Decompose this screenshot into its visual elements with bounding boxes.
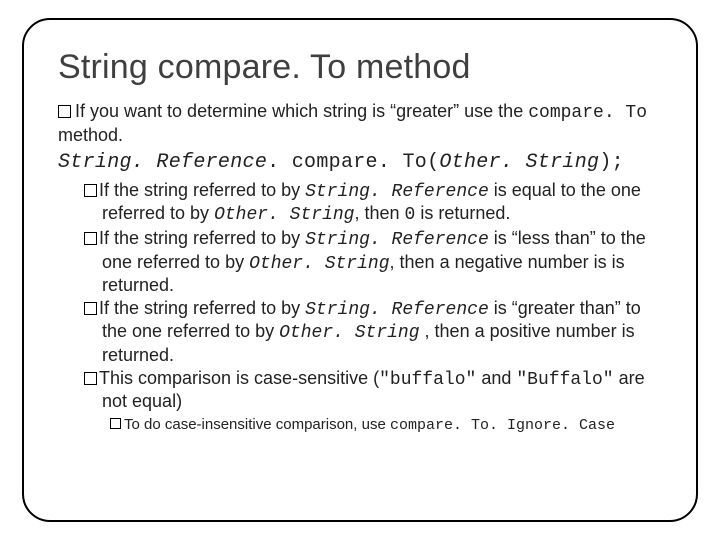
slide-title: String compare. To method xyxy=(58,48,662,87)
b5-t2: and xyxy=(476,368,516,388)
b3-os: Other. String xyxy=(249,254,389,274)
b2-t3: , then xyxy=(355,203,405,223)
code-dot: . xyxy=(267,151,292,174)
slide: String compare. To method If you want to… xyxy=(0,0,720,540)
b1-t2: method. xyxy=(58,125,123,145)
b6-code: compare. To. Ignore. Case xyxy=(390,417,615,434)
bullet-4: If the string referred to by String. Ref… xyxy=(84,298,662,366)
code-sr: String. Reference xyxy=(58,151,267,174)
bullet-box-icon xyxy=(84,372,97,385)
b2-t4: is returned. xyxy=(415,203,510,223)
bullet-box-icon xyxy=(84,232,97,245)
bullet-2: If the string referred to by String. Ref… xyxy=(84,180,662,226)
b6-t1: To do case-insensitive comparison, use xyxy=(124,416,390,433)
code-os: Other. String xyxy=(439,151,599,174)
bullet-1: If you want to determine which string is… xyxy=(58,101,662,147)
b2-t1: If the string referred to by xyxy=(99,180,305,200)
bullet-box-icon xyxy=(58,105,71,118)
b2-zero: 0 xyxy=(405,205,416,225)
b1-code: compare. To xyxy=(528,103,647,123)
b4-t1: If the string referred to by xyxy=(99,298,305,318)
b5-q1: "buffalo" xyxy=(379,370,476,390)
bullet-5: This comparison is case-sensitive ("buff… xyxy=(84,368,662,412)
b3-sr: String. Reference xyxy=(305,230,489,250)
b3-t1: If the string referred to by xyxy=(99,228,305,248)
bullet-box-icon xyxy=(84,184,97,197)
b1-t1: If you want to determine which string is… xyxy=(75,101,528,121)
bullet-6: To do case-insensitive comparison, use c… xyxy=(110,416,662,435)
b5-t1: This comparison is case-sensitive ( xyxy=(99,368,379,388)
b5-q2: "Buffalo" xyxy=(516,370,613,390)
b4-sr: String. Reference xyxy=(305,300,489,320)
code-end: ); xyxy=(599,151,624,174)
b2-sr: String. Reference xyxy=(305,182,489,202)
b2-os: Other. String xyxy=(214,205,354,225)
code-line: String. Reference. compare. To(Other. St… xyxy=(58,151,662,174)
bullet-box-icon xyxy=(110,418,121,429)
code-call: compare. To( xyxy=(292,151,440,174)
slide-frame: String compare. To method If you want to… xyxy=(22,18,698,522)
bullet-box-icon xyxy=(84,302,97,315)
b4-os: Other. String xyxy=(279,323,419,343)
bullet-3: If the string referred to by String. Ref… xyxy=(84,228,662,296)
